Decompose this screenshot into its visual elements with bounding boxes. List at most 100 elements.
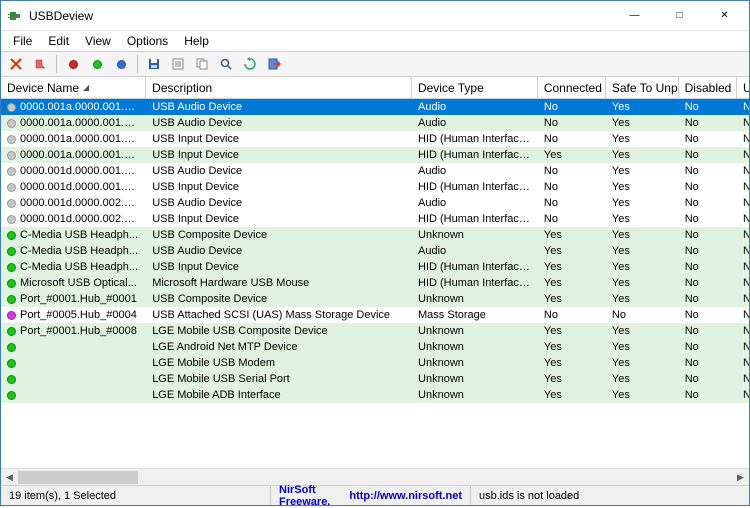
column-header-usb[interactable]: U [737, 77, 749, 98]
column-header-safe[interactable]: Safe To Unpl... [606, 77, 679, 98]
cell-connected: Yes [538, 276, 606, 290]
table-row[interactable]: 0000.001a.0000.001.00...USB Input Device… [1, 147, 749, 163]
status-dot-icon [7, 375, 16, 384]
cell-type: Audio [412, 244, 538, 258]
cell-safe: Yes [606, 388, 679, 402]
cell-type: Unknown [412, 388, 538, 402]
delete-button[interactable] [5, 53, 27, 75]
column-header-disabled[interactable]: Disabled [679, 77, 737, 98]
properties-button[interactable] [167, 53, 189, 75]
cell-safe: Yes [606, 340, 679, 354]
status-dot-icon [7, 263, 16, 272]
cell-description: USB Audio Device [146, 244, 412, 258]
menu-edit[interactable]: Edit [40, 32, 77, 50]
cell-type: Mass Storage [412, 308, 538, 322]
cell-connected: No [538, 132, 606, 146]
cell-disabled: No [679, 228, 737, 242]
cell-disabled: No [679, 100, 737, 114]
status-branding: NirSoft Freeware. http://www.nirsoft.net [271, 486, 471, 505]
close-button[interactable]: ✕ [702, 2, 747, 30]
save-button[interactable] [143, 53, 165, 75]
cell-connected: No [538, 180, 606, 194]
exit-button[interactable] [263, 53, 285, 75]
status-dot-icon [7, 295, 16, 304]
scroll-left-icon[interactable]: ◀ [1, 469, 18, 486]
menu-file[interactable]: File [5, 32, 40, 50]
table-row[interactable]: 0000.001d.0000.002.00...USB Input Device… [1, 211, 749, 227]
menu-help[interactable]: Help [176, 32, 217, 50]
cell-disabled: No [679, 356, 737, 370]
status-dot-icon [7, 391, 16, 400]
column-header-type[interactable]: Device Type [412, 77, 538, 98]
cell-type: Unknown [412, 228, 538, 242]
column-header-name[interactable]: Device Name◢ [1, 77, 146, 98]
table-row[interactable]: 0000.001d.0000.001.00...USB Audio Device… [1, 163, 749, 179]
cell-name: C-Media USB Headph... [20, 261, 138, 273]
cell-name: C-Media USB Headph... [20, 229, 138, 241]
menu-view[interactable]: View [77, 32, 119, 50]
cell-name: 0000.001d.0000.001.00... [20, 181, 140, 193]
cell-disabled: No [679, 116, 737, 130]
cell-safe: Yes [606, 180, 679, 194]
table-row[interactable]: LGE Mobile USB ModemUnknownYesYesNoN [1, 355, 749, 371]
cell-usb: N [737, 356, 749, 370]
disconnect-button[interactable] [110, 53, 132, 75]
table-row[interactable]: C-Media USB Headph...USB Composite Devic… [1, 227, 749, 243]
cell-description: USB Attached SCSI (UAS) Mass Storage Dev… [146, 308, 412, 322]
table-row[interactable]: 0000.001a.0000.001.00...USB Audio Device… [1, 99, 749, 115]
disable-button[interactable] [86, 53, 108, 75]
cell-disabled: No [679, 212, 737, 226]
menu-options[interactable]: Options [119, 32, 176, 50]
cell-description: LGE Mobile ADB Interface [146, 388, 412, 402]
table-row[interactable]: Port_#0005.Hub_#0004USB Attached SCSI (U… [1, 307, 749, 323]
nirsoft-link[interactable]: http://www.nirsoft.net [349, 490, 462, 502]
enable-button[interactable] [62, 53, 84, 75]
table-row[interactable]: 0000.001a.0000.001.00...USB Audio Device… [1, 115, 749, 131]
table-row[interactable]: 0000.001d.0000.002.00...USB Audio Device… [1, 195, 749, 211]
cell-usb: N [737, 276, 749, 290]
table-row[interactable]: LGE Android Net MTP DeviceUnknownYesYesN… [1, 339, 749, 355]
table-row[interactable]: 0000.001d.0000.001.00...USB Input Device… [1, 179, 749, 195]
cell-safe: Yes [606, 100, 679, 114]
cell-safe: Yes [606, 324, 679, 338]
table-row[interactable]: 0000.001a.0000.001.00... USB Input Device… [1, 131, 749, 147]
table-row[interactable]: C-Media USB Headph... USB Audio DeviceAud… [1, 243, 749, 259]
cell-name: 0000.001a.0000.001.00... [20, 133, 140, 145]
status-dot-icon [7, 215, 16, 224]
cell-description: USB Audio Device [146, 196, 412, 210]
cell-safe: Yes [606, 276, 679, 290]
cell-type: Unknown [412, 356, 538, 370]
horizontal-scrollbar[interactable]: ◀ ▶ [1, 468, 749, 485]
device-grid: Device Name◢ Description Device Type Con… [1, 77, 749, 468]
unplug-button[interactable] [29, 53, 51, 75]
copy-button[interactable] [191, 53, 213, 75]
column-header-connected[interactable]: Connected [538, 77, 606, 98]
cell-safe: Yes [606, 148, 679, 162]
find-button[interactable] [215, 53, 237, 75]
table-row[interactable]: Port_#0001.Hub_#0008LGE Mobile USB Compo… [1, 323, 749, 339]
minimize-button[interactable]: — [612, 2, 657, 30]
cell-connected: Yes [538, 372, 606, 386]
cell-name: C-Media USB Headph... [20, 245, 138, 257]
table-row[interactable]: Microsoft USB Optical...Microsoft Hardwa… [1, 275, 749, 291]
cell-safe: Yes [606, 164, 679, 178]
table-row[interactable]: C-Media USB Headph...USB Input DeviceHID… [1, 259, 749, 275]
scroll-right-icon[interactable]: ▶ [732, 469, 749, 486]
cell-type: HID (Human Interface D... [412, 276, 538, 290]
toolbar [1, 51, 749, 77]
table-row[interactable]: LGE Mobile ADB InterfaceUnknownYesYesNoN [1, 387, 749, 403]
cell-description: USB Input Device [146, 132, 412, 146]
status-dot-icon [7, 311, 16, 320]
column-header-description[interactable]: Description [146, 77, 412, 98]
grid-body[interactable]: 0000.001a.0000.001.00... USB Audio Device… [1, 99, 749, 468]
refresh-button[interactable] [239, 53, 261, 75]
cell-description: LGE Mobile USB Composite Device [146, 324, 412, 338]
scroll-thumb[interactable] [18, 471, 138, 484]
maximize-button[interactable]: □ [657, 2, 702, 30]
cell-disabled: No [679, 260, 737, 274]
cell-type: Unknown [412, 372, 538, 386]
cell-disabled: No [679, 180, 737, 194]
table-row[interactable]: LGE Mobile USB Serial PortUnknownYesYesN… [1, 371, 749, 387]
table-row[interactable]: Port_#0001.Hub_#0001USB Composite Device… [1, 291, 749, 307]
cell-type: HID (Human Interface D... [412, 132, 538, 146]
